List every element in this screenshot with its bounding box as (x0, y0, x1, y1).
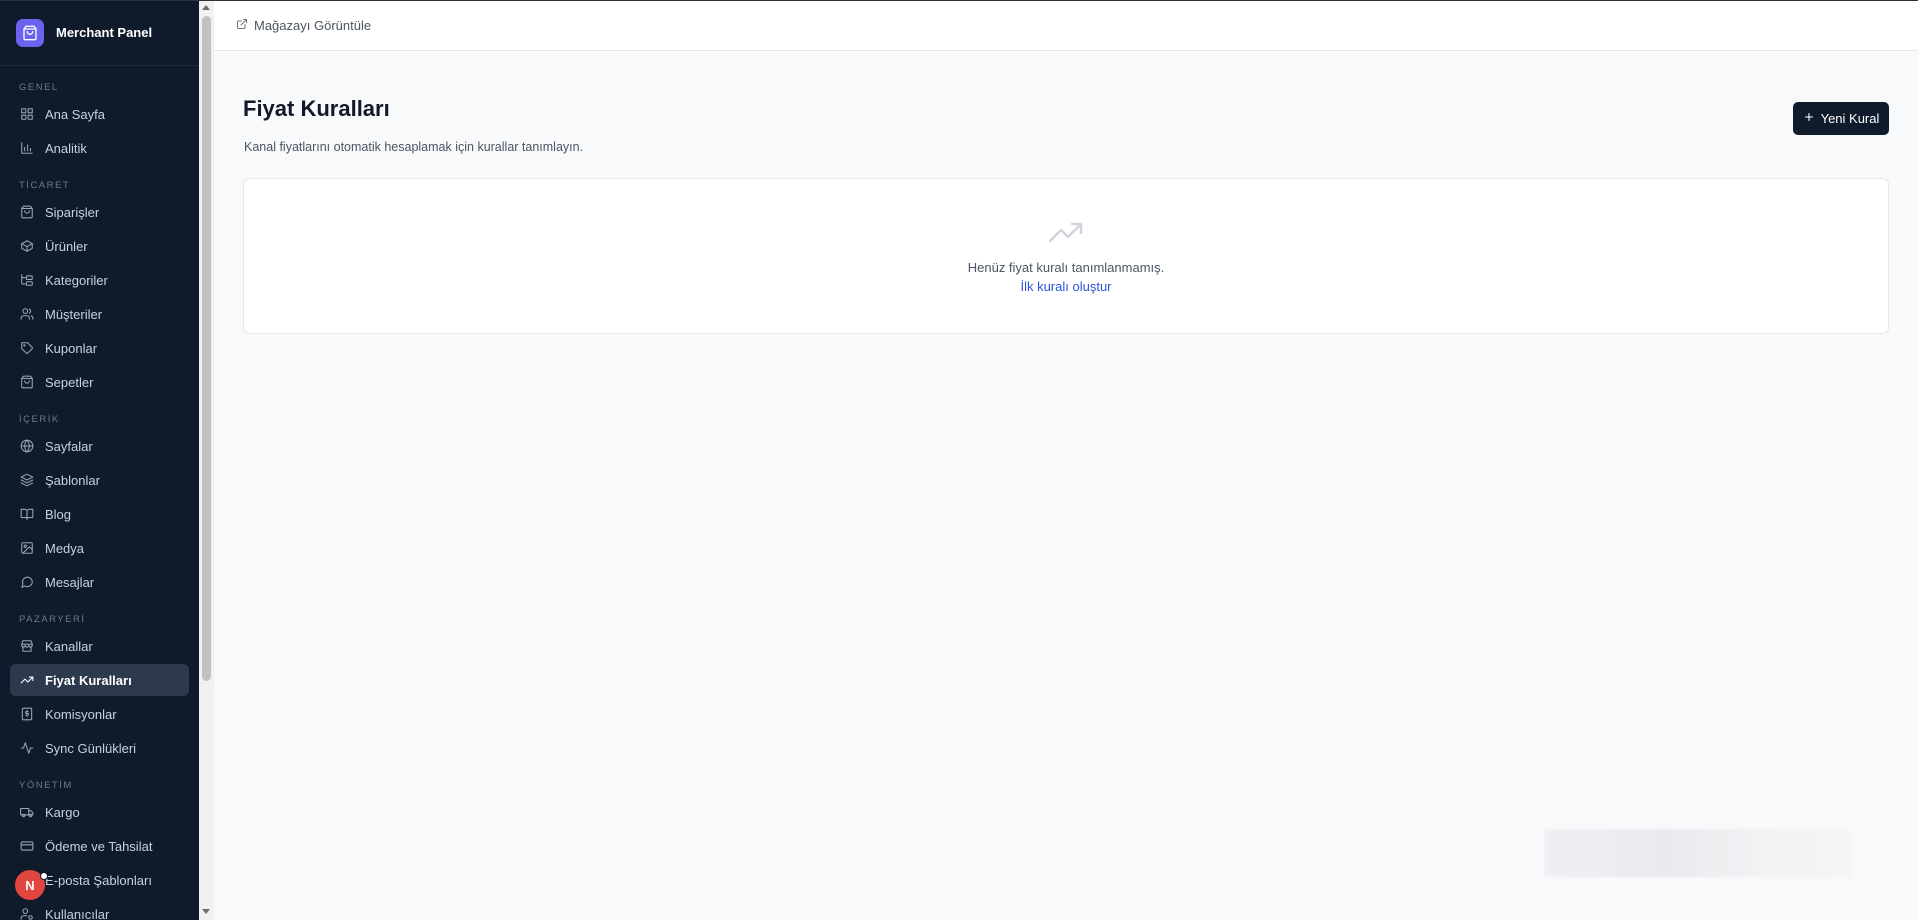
grid-icon (20, 107, 34, 121)
sidebar-item-book[interactable]: Blog (10, 498, 189, 530)
create-first-rule-link[interactable]: İlk kuralı oluştur (1020, 279, 1111, 294)
plus-icon (1803, 111, 1821, 126)
folder-tree-icon (20, 273, 34, 287)
section-label: YÖNETİM (19, 780, 73, 791)
scroll-thumb[interactable] (202, 16, 211, 681)
sidebar-nav: GENEL Ana Sayfa Analitik TİCARET Siparişler Ü… (0, 82, 199, 920)
shopping-bag-icon (20, 205, 34, 219)
cart-icon (20, 375, 34, 389)
page-title: Fiyat Kuralları (243, 96, 390, 121)
users-icon (20, 307, 34, 321)
sidebar-item-label: Sayfalar (45, 438, 93, 454)
tag-icon (20, 341, 34, 355)
sidebar-item-label: Ana Sayfa (45, 106, 105, 122)
blurred-overlay (1544, 829, 1852, 877)
sidebar-item-label: Fiyat Kuralları (45, 672, 132, 688)
sidebar-scrollbar[interactable] (199, 0, 214, 920)
sidebar-item-label: Kullanıcılar (45, 906, 110, 920)
page-subtitle: Kanal fiyatlarını otomatik hesaplamak iç… (244, 140, 584, 154)
sidebar-item-package[interactable]: Ürünler (10, 230, 189, 262)
store-icon (20, 639, 34, 653)
sidebar-item-grid[interactable]: Ana Sayfa (10, 98, 189, 130)
view-store-label: Mağazayı Görüntüle (254, 18, 372, 33)
view-store-link[interactable]: Mağazayı Görüntüle (236, 18, 371, 33)
sidebar-item-label: Blog (45, 506, 72, 522)
new-rule-button[interactable]: Yeni Kural (1793, 102, 1889, 135)
truck-icon (20, 805, 34, 819)
sidebar-item-label: Kargo (45, 804, 80, 820)
sidebar-item-label: Sepetler (45, 374, 94, 390)
shopping-bag-logo-icon (16, 18, 44, 47)
sidebar-item-receipt[interactable]: Komisyonlar (10, 698, 189, 730)
sidebar-item-cart[interactable]: Sepetler (10, 366, 189, 398)
sidebar-item-label: Kategoriler (45, 272, 108, 288)
sidebar-item-label: Mesajlar (45, 574, 95, 590)
trending-up-icon (1048, 221, 1084, 250)
globe-icon (20, 439, 34, 453)
sidebar-item-label: Ürünler (45, 238, 88, 254)
section-label: PAZARYERİ (19, 614, 86, 625)
sidebar-item-label: Analitik (45, 140, 87, 156)
sidebar-item-user-cog[interactable]: Kullanıcılar (10, 898, 189, 920)
sidebar-item-layers[interactable]: Şablonlar (10, 464, 189, 496)
new-rule-label: Yeni Kural (1820, 111, 1880, 126)
sidebar-item-trending-up[interactable]: Fiyat Kuralları (10, 664, 189, 696)
sidebar-item-label: E-posta Şablonları (45, 872, 152, 888)
sidebar-item-credit-card[interactable]: Ödeme ve Tahsilat (10, 830, 189, 862)
sidebar-item-label: Ödeme ve Tahsilat (45, 838, 153, 854)
sidebar-item-store[interactable]: Kanallar (10, 630, 189, 662)
sidebar-item-label: Siparişler (45, 204, 100, 220)
topbar: Mağazayı Görüntüle (214, 1, 1918, 51)
external-link-icon (236, 18, 254, 33)
package-icon (20, 239, 34, 253)
sidebar-item-truck[interactable]: Kargo (10, 796, 189, 828)
user-cog-icon (20, 907, 34, 920)
sidebar-item-label: Kuponlar (45, 340, 98, 356)
sidebar-item-activity[interactable]: Sync Günlükleri (10, 732, 189, 764)
avatar-status-dot (40, 872, 48, 880)
sidebar-item-label: Müşteriler (45, 306, 103, 322)
sidebar-item-label: Sync Günlükleri (45, 740, 137, 756)
section-label: TİCARET (19, 180, 71, 191)
image-icon (20, 541, 34, 555)
sidebar-item-label: Kanallar (45, 638, 93, 654)
empty-state-card: Henüz fiyat kuralı tanımlanmamış. İlk ku… (243, 178, 1889, 334)
sidebar-item-label: Medya (45, 540, 85, 556)
scroll-down-arrow-icon[interactable] (202, 909, 210, 914)
sidebar-item-users[interactable]: Müşteriler (10, 298, 189, 330)
bar-chart-icon (20, 141, 34, 155)
brand-name: Merchant Panel (56, 25, 153, 40)
section-label: GENEL (19, 82, 59, 93)
sidebar-item-label: Şablonlar (45, 472, 100, 488)
sidebar-item-bar-chart[interactable]: Analitik (10, 132, 189, 164)
brand[interactable]: Merchant Panel (0, 0, 199, 66)
activity-icon (20, 741, 34, 755)
receipt-icon (20, 707, 34, 721)
sidebar-item-shopping-bag[interactable]: Siparişler (10, 196, 189, 228)
empty-state-message: Henüz fiyat kuralı tanımlanmamış. (967, 260, 1165, 275)
message-icon (20, 575, 34, 589)
sidebar-item-globe[interactable]: Sayfalar (10, 430, 189, 462)
book-icon (20, 507, 34, 521)
sidebar-item-message[interactable]: Mesajlar (10, 566, 189, 598)
credit-card-icon (20, 839, 34, 853)
sidebar-item-folder-tree[interactable]: Kategoriler (10, 264, 189, 296)
sidebar: Merchant Panel GENEL Ana Sayfa Analitik TİC… (0, 0, 199, 920)
sidebar-item-label: Komisyonlar (45, 706, 117, 722)
trending-up-icon (20, 673, 34, 687)
layers-icon (20, 473, 34, 487)
sidebar-item-tag[interactable]: Kuponlar (10, 332, 189, 364)
section-label: İÇERİK (19, 414, 60, 425)
sidebar-item-image[interactable]: Medya (10, 532, 189, 564)
scroll-up-arrow-icon[interactable] (202, 5, 210, 10)
